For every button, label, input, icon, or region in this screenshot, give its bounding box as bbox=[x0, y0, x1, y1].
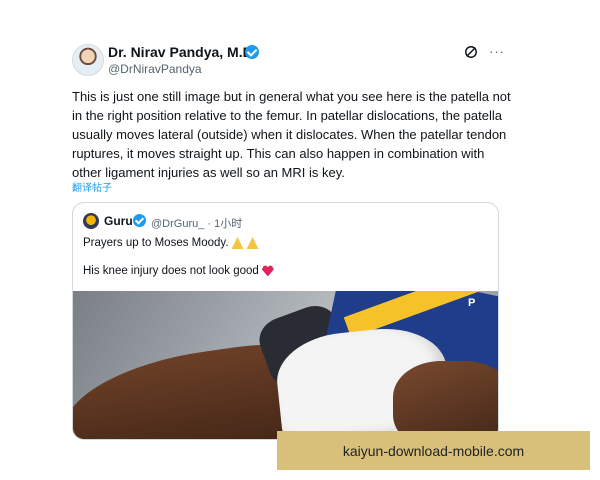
photo-arm bbox=[393, 361, 498, 439]
more-icon[interactable]: ··· bbox=[489, 44, 505, 59]
author-avatar[interactable] bbox=[72, 44, 104, 76]
post-card[interactable]: Dr. Nirav Pandya, M.D. @DrNiravPandya ··… bbox=[58, 30, 520, 450]
verified-badge-icon bbox=[245, 45, 259, 59]
site-banner: kaiyun-download-mobile.com bbox=[277, 431, 590, 470]
verified-badge-icon bbox=[133, 214, 146, 227]
quoted-post[interactable]: Guru @DrGuru_ · 1小时 Prayers up to Moses … bbox=[72, 202, 499, 440]
broken-heart-icon bbox=[261, 265, 274, 277]
quoted-handle-time: @DrGuru_ · 1小时 bbox=[151, 218, 243, 230]
pray-icon bbox=[231, 237, 262, 249]
quoted-author-name[interactable]: Guru bbox=[104, 214, 133, 228]
quoted-photo[interactable]: P bbox=[73, 291, 498, 439]
author-handle[interactable]: @DrNiravPandya bbox=[108, 62, 202, 76]
post-body: This is just one still image but in gene… bbox=[72, 89, 511, 180]
quoted-text-line-2: His knee injury does not look good bbox=[83, 265, 274, 277]
quoted-text-line-1: Prayers up to Moses Moody. bbox=[83, 237, 262, 249]
quoted-avatar[interactable] bbox=[83, 213, 99, 229]
quoted-text: Prayers up to Moses Moody. bbox=[83, 237, 229, 250]
translate-link[interactable]: 翻译帖子 bbox=[72, 179, 112, 194]
author-name[interactable]: Dr. Nirav Pandya, M.D. bbox=[108, 44, 257, 60]
quoted-text: His knee injury does not look good bbox=[83, 265, 259, 277]
photo-badge-icon: P bbox=[468, 297, 476, 309]
grok-icon[interactable] bbox=[464, 45, 478, 59]
